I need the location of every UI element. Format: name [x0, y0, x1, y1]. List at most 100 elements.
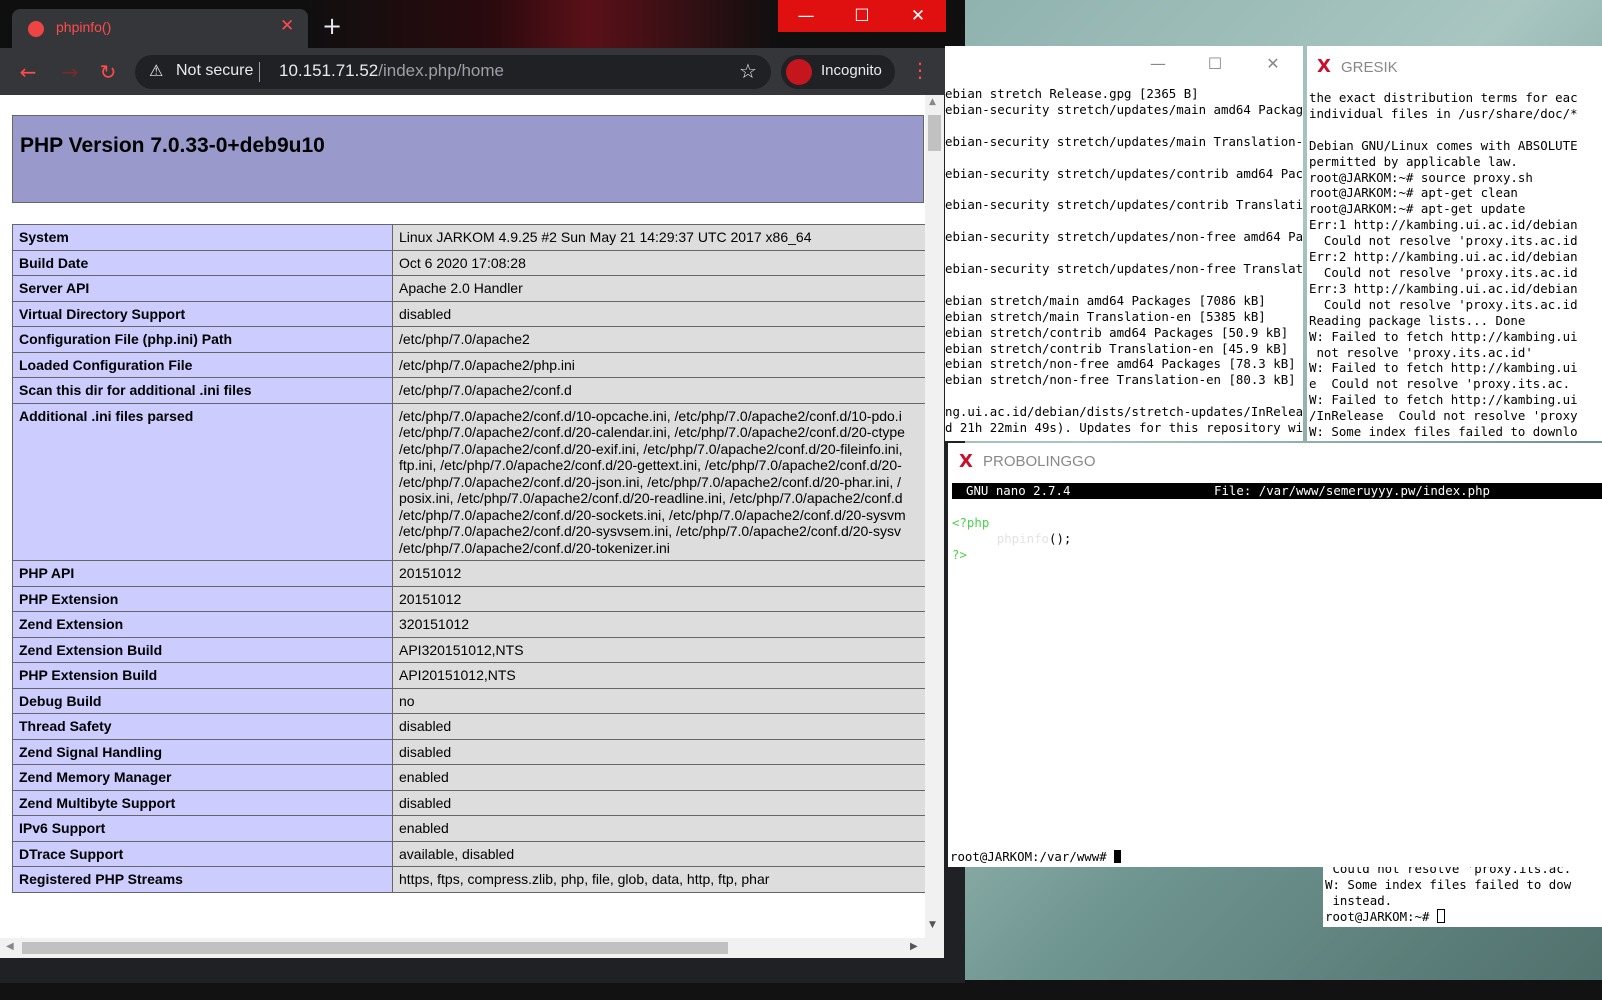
- row-value: 20151012: [392, 585, 932, 612]
- scroll-down-icon[interactable]: ▼: [929, 920, 936, 930]
- row-value: https, ftps, compress.zlib, php, file, g…: [392, 866, 932, 893]
- row-label: Zend Extension: [12, 611, 393, 638]
- table-row: Zend Memory Manager enabled: [12, 764, 932, 791]
- row-value: disabled: [392, 738, 932, 765]
- scroll-up-icon[interactable]: ▲: [929, 97, 936, 107]
- minimize-button[interactable]: —: [1138, 54, 1178, 76]
- minimize-button[interactable]: —: [778, 0, 834, 32]
- prompt-text: root@JARKOM:/var/www#: [950, 849, 1115, 864]
- terminal-window-bottom[interactable]: Could not resolve 'proxy.its.ac. W: Some…: [1323, 867, 1602, 927]
- nano-editor-content[interactable]: <?php phpinfo(); ?>: [952, 515, 1071, 563]
- close-window-button[interactable]: ✕: [890, 0, 946, 32]
- browser-toolbar: ← → ↻ ⚠ Not secure 10.151.71.52/index.ph…: [0, 48, 965, 95]
- row-label: Zend Multibyte Support: [12, 789, 393, 816]
- table-row: Zend Extension 320151012: [12, 611, 932, 638]
- row-label: Zend Extension Build: [12, 636, 393, 663]
- reload-button[interactable]: ↻: [94, 58, 122, 86]
- new-tab-button[interactable]: +: [322, 14, 342, 38]
- table-row: Debug Build no: [12, 687, 932, 714]
- forward-button[interactable]: →: [56, 58, 84, 86]
- horizontal-scroll-thumb[interactable]: [22, 942, 728, 954]
- row-value: available, disabled: [392, 840, 932, 867]
- row-label: Server API: [12, 275, 393, 302]
- row-label: Debug Build: [12, 687, 393, 714]
- php-version-header: PHP Version 7.0.33-0+deb9u10: [12, 115, 924, 203]
- terminal-window-gresik[interactable]: X GRESIK the exact distribution terms fo…: [1307, 46, 1602, 441]
- terminal-titlebar: X GRESIK: [1307, 46, 1602, 86]
- row-value: 320151012: [392, 611, 932, 638]
- terminal-titlebar: X PROBOLINGGO: [948, 443, 1602, 479]
- url-host: 10.151.71.52: [279, 61, 379, 80]
- terminal-titlebar: — ☐ ✕: [945, 46, 1303, 84]
- table-row: DTrace Support available, disabled: [12, 840, 932, 867]
- row-label: Build Date: [12, 249, 393, 276]
- scroll-left-icon[interactable]: ◀: [6, 941, 14, 952]
- incognito-icon: [786, 59, 812, 85]
- table-row: Configuration File (php.ini) Path/etc/ph…: [12, 326, 932, 353]
- kebab-menu-icon[interactable]: ⋮: [910, 58, 930, 82]
- nano-file-name: File: /var/www/semeruyyy.pw/index.php: [1214, 483, 1491, 498]
- table-row: PHP API 20151012: [12, 560, 932, 587]
- row-label: PHP API: [12, 560, 393, 587]
- tab-close-icon[interactable]: ✕: [280, 16, 294, 36]
- row-value: disabled: [392, 713, 932, 740]
- table-row: Zend Signal Handling disabled: [12, 738, 932, 765]
- page-title: PHP Version 7.0.33-0+deb9u10: [20, 134, 325, 157]
- row-value: /etc/php/7.0/apache2/conf.d/10-opcache.i…: [392, 402, 932, 561]
- row-value: API20151012,NTS: [392, 662, 932, 689]
- incognito-badge[interactable]: Incognito: [781, 55, 895, 89]
- back-button[interactable]: ←: [14, 58, 42, 86]
- table-row: System Linux JARKOM 4.9.25 #2 Sun May 21 …: [12, 224, 932, 251]
- row-value: disabled: [392, 789, 932, 816]
- maximize-button[interactable]: ☐: [834, 0, 890, 32]
- close-button[interactable]: ✕: [1253, 54, 1293, 76]
- vertical-scroll-thumb[interactable]: [928, 115, 941, 151]
- warning-icon: ⚠: [149, 61, 164, 80]
- vertical-scrollbar[interactable]: ▲ ▼: [925, 95, 944, 958]
- globe-icon: [28, 21, 44, 37]
- terminal-window-apt[interactable]: — ☐ ✕ ebian stretch Release.gpg [2365 B]…: [945, 46, 1303, 441]
- incognito-label: Incognito: [821, 62, 882, 79]
- row-label: System: [12, 224, 393, 251]
- terminal-title: PROBOLINGGO: [983, 453, 1096, 470]
- tab-strip-decoration: [300, 0, 780, 48]
- url-text[interactable]: 10.151.71.52/index.php/home: [279, 61, 504, 81]
- table-row: Registered PHP Streams https, ftps, compr…: [12, 866, 932, 893]
- row-label: PHP Extension: [12, 585, 393, 612]
- maximize-button[interactable]: ☐: [1195, 54, 1235, 76]
- row-value: /etc/php/7.0/apache2/conf.d: [392, 377, 932, 404]
- nano-version: GNU nano 2.7.4: [966, 483, 1071, 498]
- table-row: PHP Extension Build API20151012,NTS: [12, 662, 932, 689]
- row-label: Configuration File (php.ini) Path: [12, 326, 393, 353]
- divider: [259, 62, 260, 82]
- bookmark-star-icon[interactable]: ☆: [739, 59, 757, 83]
- table-row: Server API Apache 2.0 Handler: [12, 275, 932, 302]
- security-indicator[interactable]: Not secure: [176, 62, 253, 80]
- table-row: Scan this dir for additional .ini files /…: [12, 377, 932, 404]
- row-label: Zend Memory Manager: [12, 764, 393, 791]
- row-label: Additional .ini files parsed: [12, 402, 393, 561]
- tab-title: phpinfo(): [56, 19, 112, 35]
- shell-prompt[interactable]: root@JARKOM:/var/www#: [950, 849, 1122, 865]
- table-row: Additional .ini files parsed/etc/php/7.0…: [12, 402, 932, 561]
- table-row: Zend Extension Build API320151012,NTS: [12, 636, 932, 663]
- scroll-right-icon[interactable]: ▶: [910, 941, 918, 952]
- tab-phpinfo[interactable]: phpinfo() ✕: [12, 9, 308, 48]
- row-value: disabled: [392, 300, 932, 327]
- row-label: Registered PHP Streams: [12, 866, 393, 893]
- address-bar[interactable]: ⚠ Not secure 10.151.71.52/index.php/home…: [135, 55, 771, 89]
- php-open-tag: <?php: [952, 515, 990, 530]
- row-label: IPv6 Support: [12, 815, 393, 842]
- php-call: ();: [1048, 530, 1072, 546]
- nano-header: GNU nano 2.7.4 File: /var/www/semeruyyy.…: [952, 483, 1602, 499]
- tab-strip: phpinfo() ✕ + — ☐ ✕: [0, 0, 965, 48]
- table-row: PHP Extension 20151012: [12, 585, 932, 612]
- row-label: DTrace Support: [12, 840, 393, 867]
- xterm-icon: X: [1317, 56, 1331, 77]
- terminal-output: the exact distribution terms for eac ind…: [1309, 90, 1578, 440]
- taskbar-strip: [0, 980, 1602, 1000]
- horizontal-scrollbar[interactable]: ◀ ▶: [0, 938, 925, 958]
- row-value: /etc/php/7.0/apache2/php.ini: [392, 351, 932, 378]
- terminal-window-probolinggo[interactable]: X PROBOLINGGO GNU nano 2.7.4 File: /var/…: [948, 443, 1602, 867]
- row-value: no: [392, 687, 932, 714]
